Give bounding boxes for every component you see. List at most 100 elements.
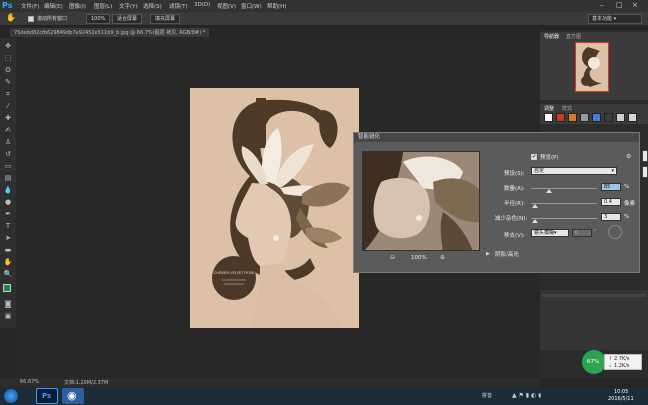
radius-slider-thumb[interactable] [532,204,538,208]
zoom-in-icon[interactable]: ⊕ [440,254,445,261]
move-tool-icon[interactable]: ✥ [3,42,13,51]
style-swatch[interactable] [604,113,613,122]
style-swatches [544,113,644,122]
menu-file[interactable]: 文件(F) [21,2,39,10]
document-tab[interactable]: 75debd82cfb629849db7e92452e511b9_b.jpg @… [10,28,210,37]
photoshop-logo: Ps [2,1,13,10]
cpu-widget[interactable]: 67% [582,350,606,374]
expand-triangle-icon[interactable]: ▶ [486,251,490,257]
zoom-100-button[interactable]: 100% [86,14,111,24]
angle-input[interactable]: 0 [572,229,592,237]
menu-bar: Ps 文件(F) 编辑(E) 图像(I) 图层(L) 文字(Y) 选择(S) 滤… [0,0,648,12]
gradient-tool-icon[interactable]: ▤ [3,174,13,183]
menu-layer[interactable]: 图层(L) [94,2,112,10]
amount-label: 数量(A): [504,186,525,192]
type-tool-icon[interactable]: T [3,222,13,231]
noise-slider[interactable] [531,218,597,219]
quick-select-tool-icon[interactable]: ✎ [3,78,13,87]
preview-label: 预览(P) [540,155,559,161]
ok-button[interactable] [642,150,648,162]
gear-icon[interactable]: ⚙ [626,153,631,160]
preset-select[interactable]: 自定 ▾ [531,167,617,175]
style-swatch[interactable] [628,113,637,122]
dodge-tool-icon[interactable]: ● [3,198,13,207]
input-method[interactable]: 拼音 [482,392,492,399]
start-button[interactable] [4,389,18,403]
preview-checkbox[interactable]: ✔ [531,154,537,160]
shadows-highlights-label[interactable]: 阴影/高光 [495,250,519,258]
menu-image[interactable]: 图像(I) [69,2,86,10]
angle-dial[interactable] [608,225,622,239]
preview-zoom: 100% [411,255,427,261]
menu-view[interactable]: 视图(V) [217,2,236,10]
amount-input[interactable]: 85 [601,183,621,191]
scroll-all-checkbox[interactable] [28,16,34,22]
lasso-tool-icon[interactable]: ʘ [3,66,13,75]
quick-mask-icon[interactable]: ◙ [3,300,13,309]
fill-screen-button[interactable]: 填充屏幕 [150,14,181,24]
pen-tool-icon[interactable]: ✒ [3,210,13,219]
workspace-select[interactable]: 基本功能 ▾ [588,14,642,24]
download-speed: 1.2K/s [614,363,630,369]
style-swatch[interactable] [544,113,553,122]
dialog-preview[interactable] [362,151,480,251]
menu-select[interactable]: 选择(S) [143,2,162,10]
browser-taskbar-icon[interactable]: ◉ [62,388,84,404]
tab-adjustments[interactable]: 调整 [544,105,554,112]
remove-value: 镜头模糊 [534,230,555,236]
marquee-tool-icon[interactable]: ⬚ [3,54,13,63]
navigator-thumbnail[interactable] [575,42,609,92]
eyedropper-tool-icon[interactable]: ⁄ [3,102,13,111]
amount-slider[interactable] [531,188,597,189]
tab-navigator[interactable]: 导航器 [544,33,559,40]
screen-mode-icon[interactable]: ▣ [3,312,13,321]
tab-styles[interactable]: 样式 [562,105,572,112]
workspace-label: 基本功能 [592,16,613,22]
blur-tool-icon[interactable]: 💧 [3,186,13,195]
noise-input[interactable]: 3 [601,213,621,221]
menu-3d[interactable]: 3D(D) [194,2,210,8]
style-swatch[interactable] [568,113,577,122]
hand-tool-icon[interactable]: ✋ [3,258,13,267]
stamp-tool-icon[interactable]: ♙ [3,138,13,147]
tray-icons[interactable]: ▲ ⚑ ▮ ◐ ◖ [512,392,541,399]
healing-tool-icon[interactable]: ✚ [3,114,13,123]
path-select-icon[interactable]: ➤ [3,234,13,243]
network-widget: ↑ 2.7K/s ↓ 1.2K/s [604,354,642,370]
style-swatch[interactable] [580,113,589,122]
style-swatch[interactable] [556,113,565,122]
minimize-icon[interactable]: – [600,1,604,9]
hand-tool-icon[interactable]: ✋ [6,13,16,22]
navigator-panel: 导航器 直方图 [540,32,648,100]
amount-slider-thumb[interactable] [546,189,552,193]
zoom-level[interactable]: 66.67% [20,379,39,385]
zoom-tool-icon[interactable]: 🔍 [3,270,13,279]
cancel-button[interactable] [642,166,648,178]
tab-histogram[interactable]: 直方图 [566,33,581,40]
history-brush-icon[interactable]: ↺ [3,150,13,159]
shape-tool-icon[interactable]: ▬ [3,246,13,255]
maximize-icon[interactable]: □ [616,1,623,9]
crop-tool-icon[interactable]: ⌗ [3,90,13,99]
brush-tool-icon[interactable]: ✍ [3,126,13,135]
menu-type[interactable]: 文字(Y) [119,2,138,10]
foreground-color-swatch[interactable] [3,284,11,292]
style-swatch[interactable] [592,113,601,122]
cpu-percent: 67% [587,359,600,365]
eraser-tool-icon[interactable]: ▭ [3,162,13,171]
menu-window[interactable]: 窗口(W) [241,2,262,10]
photoshop-taskbar-icon[interactable]: Ps [36,388,58,404]
poster-text: CHERIEH VELVET ROSE [214,271,255,275]
noise-slider-thumb[interactable] [532,219,538,223]
menu-filter[interactable]: 滤镜(T) [169,2,188,10]
style-swatch[interactable] [616,113,625,122]
radius-slider[interactable] [531,203,597,204]
fit-screen-button[interactable]: 适合屏幕 [112,14,143,24]
remove-select[interactable]: 镜头模糊▾ [531,229,569,237]
radius-input[interactable]: 0.4 [601,198,621,206]
menu-help[interactable]: 帮助(H) [267,2,286,10]
close-icon[interactable]: × [632,1,638,9]
zoom-out-icon[interactable]: ⊖ [390,254,395,261]
menu-edit[interactable]: 编辑(E) [44,2,63,10]
layers-divider [542,294,646,297]
